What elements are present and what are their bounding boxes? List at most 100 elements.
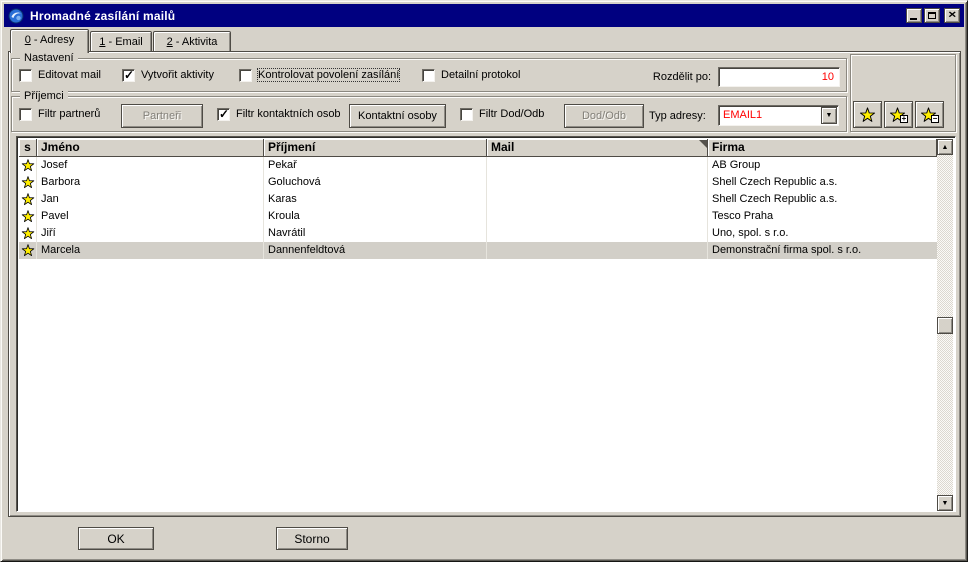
cell-prijmeni: Karas [264,191,487,208]
cell-prijmeni: Pekař [264,157,487,174]
scroll-down-button[interactable]: ▼ [937,495,953,511]
rozdelit-po-label: Rozdělit po: [652,71,711,83]
tab-label: - Email [105,36,143,48]
minimize-icon [910,18,917,20]
typ-adresy-label: Typ adresy: [649,110,706,122]
star-icon [21,193,35,206]
chevron-down-icon[interactable]: ▼ [821,107,837,124]
column-header-mail[interactable]: Mail [487,139,708,157]
checkbox-label: Filtr kontaktních osob [236,108,341,120]
cell-prijmeni: Goluchová [264,174,487,191]
cell-jmeno: Jiří [37,225,264,242]
checkbox-filtr-partneru[interactable]: Filtr partnerů [19,106,100,122]
tab-email[interactable]: 1 - Email [90,31,152,52]
checkbox-box[interactable] [460,107,473,121]
checkbox-box[interactable] [19,68,32,82]
row-star-cell [19,157,37,174]
table-body: Josef Pekař AB Group Barbora Goluchová S… [19,157,937,259]
cell-jmeno: Pavel [37,208,264,225]
star-mark-button[interactable] [853,101,882,128]
cell-mail [487,242,708,259]
star-remove-button[interactable]: − [915,101,944,128]
checkbox-box[interactable] [422,68,435,82]
cell-mail [487,208,708,225]
vertical-scrollbar[interactable]: ▲ ▼ [937,139,953,511]
checkbox-filtr-dod-odb[interactable]: Filtr Dod/Odb [460,106,544,122]
column-header-s[interactable]: s [19,139,37,157]
checkbox-label: Vytvořit aktivity [141,69,214,81]
star-add-button[interactable]: + [884,101,913,128]
star-icon [21,227,35,240]
checkbox-detailni-protokol[interactable]: Detailní protokol [422,67,521,83]
star-icon [21,244,35,257]
cell-jmeno: Barbora [37,174,264,191]
column-header-jmeno[interactable]: Jméno [37,139,264,157]
cell-jmeno: Jan [37,191,264,208]
cell-firma: AB Group [708,157,937,174]
plus-badge: + [900,114,908,123]
window-title: Hromadné zasílání mailů [30,8,176,23]
cell-firma: Shell Czech Republic a.s. [708,191,937,208]
cell-prijmeni: Kroula [264,208,487,225]
cell-mail [487,157,708,174]
kontaktni-osoby-button[interactable]: Kontaktní osoby [349,104,446,128]
tab-label: - Adresy [30,34,75,46]
titlebar[interactable]: Hromadné zasílání mailů × [4,4,964,27]
cell-jmeno: Marcela [37,242,264,259]
cell-firma: Demonstrační firma spol. s r.o. [708,242,937,259]
cell-prijmeni: Dannenfeldtová [264,242,487,259]
table-row[interactable]: Josef Pekař AB Group [19,157,937,174]
star-icon [859,107,876,122]
storno-button[interactable]: Storno [276,527,348,550]
dod-odb-button[interactable]: Dod/Odb [564,104,644,128]
checkbox-label: Editovat mail [38,69,101,81]
table-row[interactable]: Jan Karas Shell Czech Republic a.s. [19,191,937,208]
tab-aktivita[interactable]: 2 - Aktivita [153,31,231,52]
tab-adresy[interactable]: 0 - Adresy [10,29,89,53]
groupbox-nastaveni-label: Nastavení [20,51,78,65]
row-star-cell [19,242,37,259]
checkbox-box[interactable] [217,107,230,121]
rozdelit-po-input[interactable] [718,67,840,87]
checkbox-editovat-mail[interactable]: Editovat mail [19,67,101,83]
checkbox-label: Kontrolovat povolení zasílání [256,68,401,82]
minimize-button[interactable] [906,8,922,23]
table-row[interactable]: Barbora Goluchová Shell Czech Republic a… [19,174,937,191]
maximize-button[interactable] [924,8,940,23]
checkbox-label: Filtr partnerů [38,108,101,120]
row-star-cell [19,191,37,208]
column-header-prijmeni[interactable]: Příjmení [264,139,487,157]
close-icon: × [947,9,957,21]
cell-mail [487,191,708,208]
scroll-up-icon: ▲ [941,143,949,151]
maximize-icon [928,12,936,19]
column-header-label: Mail [491,140,515,154]
checkbox-box[interactable] [122,68,135,82]
dialog-window: Hromadné zasílání mailů × 0 - Adresy 1 -… [0,0,968,562]
close-button[interactable]: × [944,8,960,23]
table-row[interactable]: Jiří Navrátil Uno, spol. s r.o. [19,225,937,242]
star-icon [21,210,35,223]
minus-badge: − [931,114,939,123]
scrollbar-thumb[interactable] [937,317,953,334]
scroll-up-button[interactable]: ▲ [937,139,953,155]
checkbox-box[interactable] [19,107,32,121]
checkbox-kontrolovat-povoleni[interactable]: Kontrolovat povolení zasílání [239,67,401,83]
cell-firma: Shell Czech Republic a.s. [708,174,937,191]
checkbox-label: Detailní protokol [441,69,521,81]
typ-adresy-combobox[interactable]: EMAIL1 ▼ [718,105,839,126]
column-header-firma[interactable]: Firma [708,139,937,157]
star-icon [21,176,35,189]
star-icon [21,159,35,172]
table-row[interactable]: Marcela Dannenfeldtová Demonstrační firm… [19,242,937,259]
scroll-down-icon: ▼ [941,499,949,507]
recipients-table: s Jméno Příjmení Mail Firma Josef Pekař … [16,136,956,512]
table-row[interactable]: Pavel Kroula Tesco Praha [19,208,937,225]
checkbox-box[interactable] [239,68,252,82]
row-star-cell [19,225,37,242]
checkbox-filtr-kontaktnich-osob[interactable]: Filtr kontaktních osob [217,106,341,122]
partneri-button[interactable]: Partneři [121,104,203,128]
checkbox-vytvorit-aktivity[interactable]: Vytvořit aktivity [122,67,214,83]
ok-button[interactable]: OK [78,527,154,550]
checkbox-label: Filtr Dod/Odb [479,108,545,120]
